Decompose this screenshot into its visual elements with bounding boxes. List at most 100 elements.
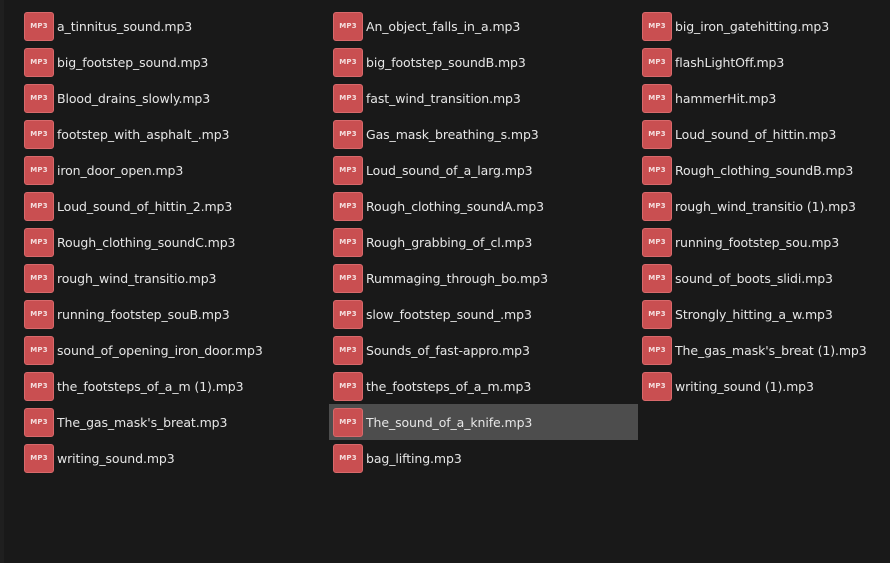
file-type-label: MP3: [648, 166, 666, 174]
file-type-label: MP3: [339, 382, 357, 390]
file-type-label: MP3: [648, 94, 666, 102]
file-item[interactable]: MP3 hammerHit.mp3: [638, 80, 886, 116]
file-name: Loud_sound_of_a_larg.mp3: [366, 162, 533, 178]
mp3-file-icon: MP3: [642, 11, 672, 41]
file-item[interactable]: MP3 Blood_drains_slowly.mp3: [20, 80, 329, 116]
file-item[interactable]: MP3 rough_wind_transitio (1).mp3: [638, 188, 886, 224]
file-item[interactable]: MP3 iron_door_open.mp3: [20, 152, 329, 188]
file-type-label: MP3: [339, 58, 357, 66]
file-name: sound_of_opening_iron_door.mp3: [57, 342, 263, 358]
file-item[interactable]: MP3 writing_sound (1).mp3: [638, 368, 886, 404]
file-item[interactable]: MP3 sound_of_boots_slidi.mp3: [638, 260, 886, 296]
file-item[interactable]: MP3 writing_sound.mp3: [20, 440, 329, 476]
file-name: Rough_grabbing_of_cl.mp3: [366, 234, 533, 250]
file-item[interactable]: MP3 sound_of_opening_iron_door.mp3: [20, 332, 329, 368]
file-item[interactable]: MP3 Loud_sound_of_hittin_2.mp3: [20, 188, 329, 224]
file-name: big_footstep_soundB.mp3: [366, 54, 526, 70]
file-name: running_footstep_sou.mp3: [675, 234, 840, 250]
file-name: rough_wind_transitio.mp3: [57, 270, 217, 286]
file-type-label: MP3: [339, 94, 357, 102]
file-name: a_tinnitus_sound.mp3: [57, 18, 193, 34]
file-name: flashLightOff.mp3: [675, 54, 785, 70]
file-item[interactable]: MP3 fast_wind_transition.mp3: [329, 80, 638, 116]
file-item[interactable]: MP3 Gas_mask_breathing_s.mp3: [329, 116, 638, 152]
file-type-label: MP3: [648, 22, 666, 30]
file-name: The_gas_mask's_breat (1).mp3: [675, 342, 867, 358]
file-item[interactable]: MP3 Loud_sound_of_a_larg.mp3: [329, 152, 638, 188]
file-item[interactable]: MP3 big_footstep_soundB.mp3: [329, 44, 638, 80]
file-item[interactable]: MP3 Rough_grabbing_of_cl.mp3: [329, 224, 638, 260]
mp3-file-icon: MP3: [24, 119, 54, 149]
file-type-label: MP3: [30, 22, 48, 30]
file-grid: MP3 a_tinnitus_sound.mp3 MP3 big_footstep_s…: [20, 8, 886, 478]
file-name: The_gas_mask's_breat.mp3: [57, 414, 228, 430]
file-name: sound_of_boots_slidi.mp3: [675, 270, 833, 286]
file-item[interactable]: MP3 Rough_clothing_soundC.mp3: [20, 224, 329, 260]
mp3-file-icon: MP3: [333, 299, 363, 329]
file-type-label: MP3: [30, 346, 48, 354]
file-type-label: MP3: [30, 166, 48, 174]
file-item[interactable]: MP3 big_iron_gatehitting.mp3: [638, 8, 886, 44]
file-item[interactable]: MP3 bag_lifting.mp3: [329, 440, 638, 476]
file-item-selected[interactable]: MP3 The_sound_of_a_knife.mp3: [329, 404, 638, 440]
mp3-file-icon: MP3: [642, 263, 672, 293]
mp3-file-icon: MP3: [333, 371, 363, 401]
file-name: Loud_sound_of_hittin.mp3: [675, 126, 837, 142]
file-item[interactable]: MP3 slow_footstep_sound_.mp3: [329, 296, 638, 332]
file-item[interactable]: MP3 The_gas_mask's_breat (1).mp3: [638, 332, 886, 368]
mp3-file-icon: MP3: [24, 155, 54, 185]
file-name: running_footstep_souB.mp3: [57, 306, 230, 322]
mp3-file-icon: MP3: [333, 407, 363, 437]
file-type-label: MP3: [648, 130, 666, 138]
file-name: writing_sound.mp3: [57, 450, 175, 466]
file-item[interactable]: MP3 Sounds_of_fast-appro.mp3: [329, 332, 638, 368]
mp3-file-icon: MP3: [24, 371, 54, 401]
file-name: footstep_with_asphalt_.mp3: [57, 126, 230, 142]
mp3-file-icon: MP3: [24, 335, 54, 365]
file-name: Rough_clothing_soundC.mp3: [57, 234, 236, 250]
file-item[interactable]: MP3 rough_wind_transitio.mp3: [20, 260, 329, 296]
file-item[interactable]: MP3 The_gas_mask's_breat.mp3: [20, 404, 329, 440]
mp3-file-icon: MP3: [642, 119, 672, 149]
file-item[interactable]: MP3 running_footstep_souB.mp3: [20, 296, 329, 332]
mp3-file-icon: MP3: [333, 191, 363, 221]
file-name: the_footsteps_of_a_m.mp3: [366, 378, 532, 394]
mp3-file-icon: MP3: [333, 263, 363, 293]
file-type-label: MP3: [648, 346, 666, 354]
file-item[interactable]: MP3 flashLightOff.mp3: [638, 44, 886, 80]
mp3-file-icon: MP3: [24, 407, 54, 437]
pane-edge: [0, 0, 4, 563]
file-item[interactable]: MP3 big_footstep_sound.mp3: [20, 44, 329, 80]
file-item[interactable]: MP3 Strongly_hitting_a_w.mp3: [638, 296, 886, 332]
file-name: The_sound_of_a_knife.mp3: [366, 414, 533, 430]
file-type-label: MP3: [30, 454, 48, 462]
mp3-file-icon: MP3: [642, 47, 672, 77]
mp3-file-icon: MP3: [24, 299, 54, 329]
file-name: fast_wind_transition.mp3: [366, 90, 521, 106]
mp3-file-icon: MP3: [642, 371, 672, 401]
file-item[interactable]: MP3 Loud_sound_of_hittin.mp3: [638, 116, 886, 152]
file-name: rough_wind_transitio (1).mp3: [675, 198, 856, 214]
file-item[interactable]: MP3 Rummaging_through_bo.mp3: [329, 260, 638, 296]
file-name: hammerHit.mp3: [675, 90, 777, 106]
mp3-file-icon: MP3: [24, 83, 54, 113]
file-type-label: MP3: [339, 238, 357, 246]
mp3-file-icon: MP3: [333, 47, 363, 77]
file-name: writing_sound (1).mp3: [675, 378, 814, 394]
file-item[interactable]: MP3 footstep_with_asphalt_.mp3: [20, 116, 329, 152]
mp3-file-icon: MP3: [24, 191, 54, 221]
file-item[interactable]: MP3 the_footsteps_of_a_m (1).mp3: [20, 368, 329, 404]
file-type-label: MP3: [339, 454, 357, 462]
file-type-label: MP3: [339, 274, 357, 282]
file-item[interactable]: MP3 An_object_falls_in_a.mp3: [329, 8, 638, 44]
file-name: slow_footstep_sound_.mp3: [366, 306, 532, 322]
file-item[interactable]: MP3 the_footsteps_of_a_m.mp3: [329, 368, 638, 404]
file-item[interactable]: MP3 a_tinnitus_sound.mp3: [20, 8, 329, 44]
file-item[interactable]: MP3 Rough_clothing_soundB.mp3: [638, 152, 886, 188]
file-item[interactable]: MP3 Rough_clothing_soundA.mp3: [329, 188, 638, 224]
mp3-file-icon: MP3: [333, 335, 363, 365]
file-name: Gas_mask_breathing_s.mp3: [366, 126, 539, 142]
file-item[interactable]: MP3 running_footstep_sou.mp3: [638, 224, 886, 260]
file-type-label: MP3: [648, 202, 666, 210]
file-type-label: MP3: [339, 22, 357, 30]
